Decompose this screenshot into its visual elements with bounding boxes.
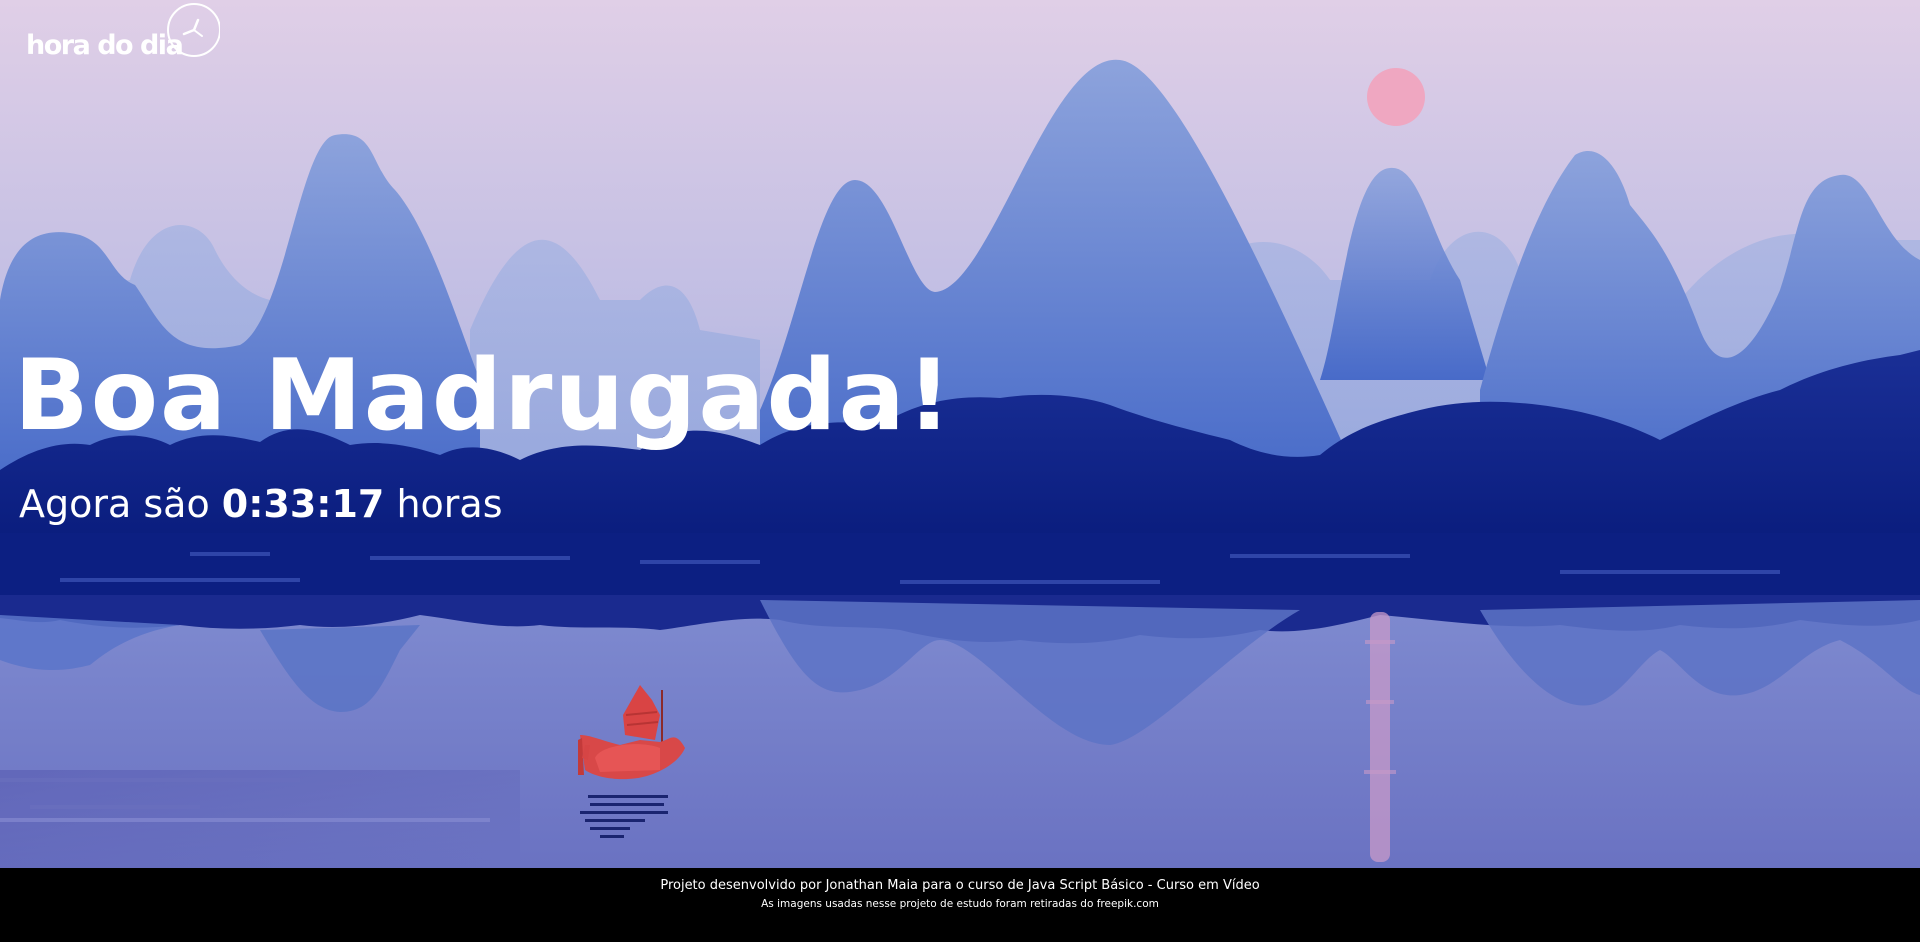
current-time: Agora são 0:33:17 horas	[19, 482, 503, 526]
sun	[1367, 68, 1425, 126]
time-prefix: Agora são	[19, 482, 222, 526]
time-value: 0:33:17	[221, 482, 385, 526]
clock-icon	[140, 2, 221, 66]
footer-credit: Projeto desenvolvido por Jonathan Maia p…	[660, 878, 1260, 893]
greeting-title: Boa Madrugada!	[14, 339, 954, 453]
footer-source: As imagens usadas nesse projeto de estud…	[761, 898, 1159, 910]
footer: Projeto desenvolvido por Jonathan Maia p…	[0, 868, 1920, 942]
time-suffix: horas	[384, 482, 503, 526]
